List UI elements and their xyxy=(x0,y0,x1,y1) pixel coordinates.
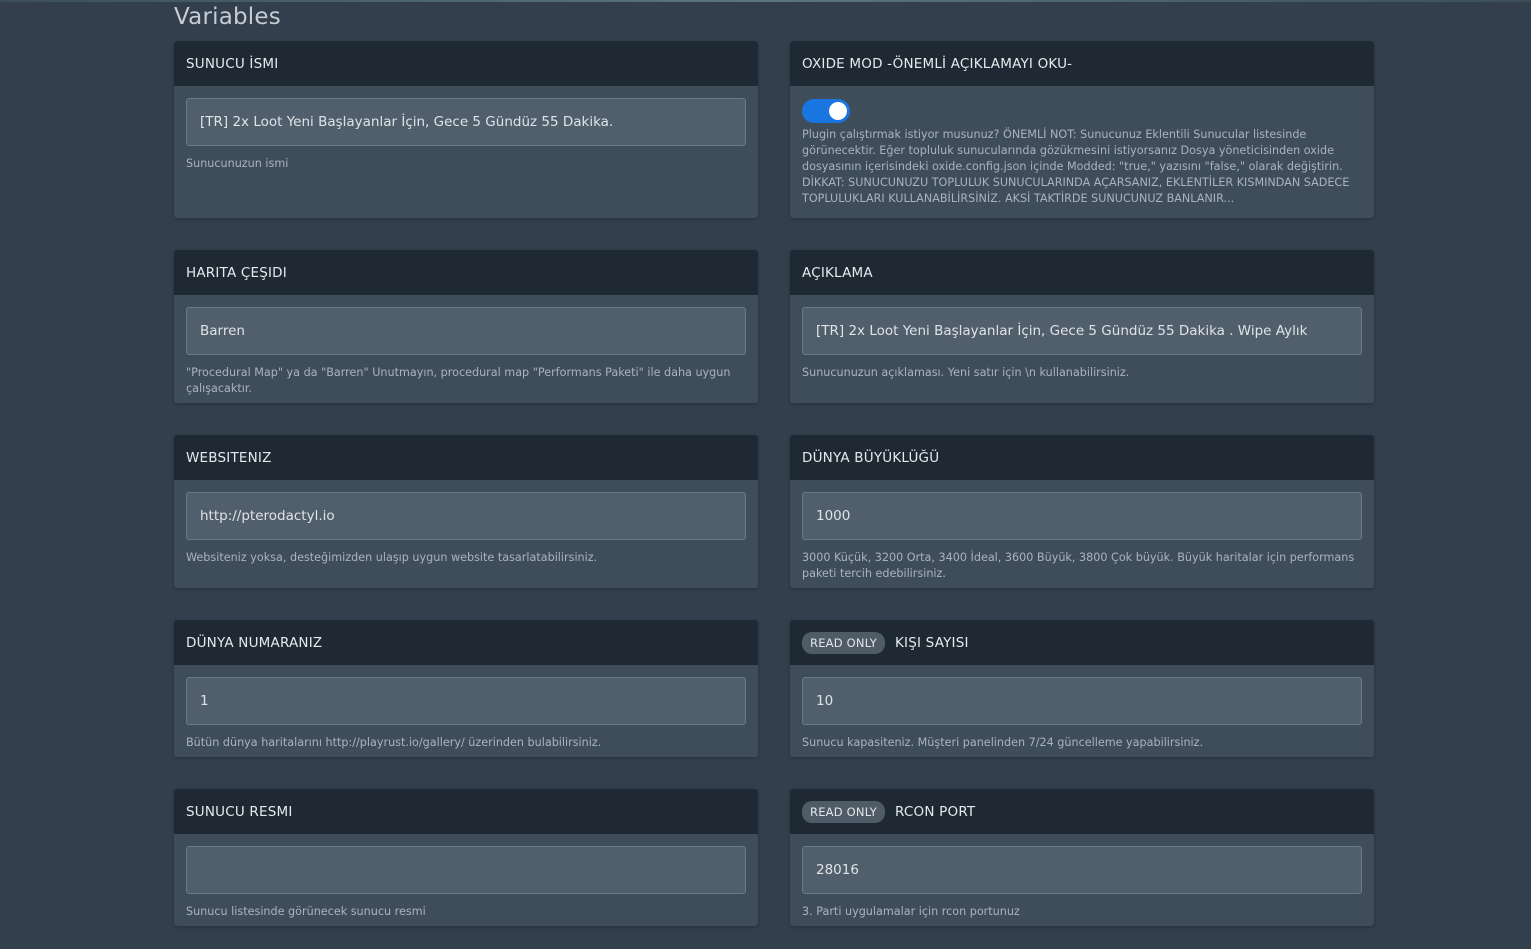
field-description: Websiteniz yoksa, desteğimizden ulaşıp u… xyxy=(186,551,598,564)
card-title: KIŞI SAYISI xyxy=(895,634,969,651)
map-type-input[interactable]: Barren xyxy=(186,307,746,355)
card-header: SUNUCU RESMI xyxy=(174,789,758,834)
card-harita-cesidi: HARITA ÇEŞIDI Barren "Procedural Map" ya… xyxy=(174,250,758,403)
server-image-input[interactable] xyxy=(186,846,746,894)
card-sunucu-resmi: SUNUCU RESMI Sunucu listesinde görünecek… xyxy=(174,789,758,926)
card-dunya-buyuklugu: DÜNYA BÜYÜKLÜĞÜ 1000 3000 Küçük, 3200 Or… xyxy=(790,435,1374,588)
read-only-badge: READ ONLY xyxy=(802,631,885,654)
card-header: READ ONLY KIŞI SAYISI xyxy=(790,620,1374,665)
field-description: Sunucunuzun açıklaması. Yeni satır için … xyxy=(802,366,1130,379)
card-dunya-numaraniz: DÜNYA NUMARANIZ 1 Bütün dünya haritaları… xyxy=(174,620,758,757)
top-accent-line xyxy=(0,0,1531,2)
card-kisi-sayisi: READ ONLY KIŞI SAYISI 10 Sunucu kapasite… xyxy=(790,620,1374,757)
description-input[interactable]: [TR] 2x Loot Yeni Başlayanlar İçin, Gece… xyxy=(802,307,1362,355)
field-description: "Procedural Map" ya da "Barren" Unutmayı… xyxy=(186,366,731,395)
world-size-input[interactable]: 1000 xyxy=(802,492,1362,540)
card-header: READ ONLY RCON PORT xyxy=(790,789,1374,834)
card-title: HARITA ÇEŞIDI xyxy=(186,264,287,281)
server-name-input[interactable]: [TR] 2x Loot Yeni Başlayanlar İçin, Gece… xyxy=(186,98,746,146)
card-title: SUNUCU RESMI xyxy=(186,803,293,820)
card-title: DÜNYA BÜYÜKLÜĞÜ xyxy=(802,449,940,466)
card-header: SUNUCU İSMI xyxy=(174,41,758,86)
card-header: WEBSITENIZ xyxy=(174,435,758,480)
rcon-port-input[interactable]: 28016 xyxy=(802,846,1362,894)
field-description: Bütün dünya haritalarını http://playrust… xyxy=(186,736,602,749)
field-description: Sunucu kapasiteniz. Müşteri panelinden 7… xyxy=(802,736,1204,749)
card-websiteniz: WEBSITENIZ http://pterodactyl.io Website… xyxy=(174,435,758,588)
max-players-input[interactable]: 10 xyxy=(802,677,1362,725)
field-description: Plugin çalıştırmak istiyor musunuz? ÖNEM… xyxy=(802,128,1350,205)
card-header: OXIDE MOD -ÖNEMLİ AÇIKLAMAYI OKU- xyxy=(790,41,1374,86)
card-oxide-mod: OXIDE MOD -ÖNEMLİ AÇIKLAMAYI OKU- Plugin… xyxy=(790,41,1374,218)
read-only-badge: READ ONLY xyxy=(802,800,885,823)
field-description: 3. Parti uygulamalar için rcon portunuz xyxy=(802,905,1020,918)
card-title: SUNUCU İSMI xyxy=(186,55,279,72)
website-input[interactable]: http://pterodactyl.io xyxy=(186,492,746,540)
field-description: Sunucunuzun ismi xyxy=(186,157,289,170)
field-description: 3000 Küçük, 3200 Orta, 3400 İdeal, 3600 … xyxy=(802,551,1355,580)
world-seed-input[interactable]: 1 xyxy=(186,677,746,725)
card-header: DÜNYA NUMARANIZ xyxy=(174,620,758,665)
card-aciklama: AÇIKLAMA [TR] 2x Loot Yeni Başlayanlar İ… xyxy=(790,250,1374,403)
card-header: AÇIKLAMA xyxy=(790,250,1374,295)
card-header: HARITA ÇEŞIDI xyxy=(174,250,758,295)
card-rcon-port: READ ONLY RCON PORT 28016 3. Parti uygul… xyxy=(790,789,1374,926)
card-header: DÜNYA BÜYÜKLÜĞÜ xyxy=(790,435,1374,480)
card-body: Plugin çalıştırmak istiyor musunuz? ÖNEM… xyxy=(790,86,1374,218)
card-title: DÜNYA NUMARANIZ xyxy=(186,634,323,651)
page-title: Variables xyxy=(174,4,281,30)
card-title: WEBSITENIZ xyxy=(186,449,272,466)
field-description: Sunucu listesinde görünecek sunucu resmi xyxy=(186,905,426,918)
card-title: OXIDE MOD -ÖNEMLİ AÇIKLAMAYI OKU- xyxy=(802,55,1073,72)
card-title: RCON PORT xyxy=(895,803,976,820)
card-title: AÇIKLAMA xyxy=(802,264,873,281)
oxide-mod-toggle[interactable] xyxy=(802,99,850,123)
toggle-knob xyxy=(829,102,847,120)
card-sunucu-ismi: SUNUCU İSMI [TR] 2x Loot Yeni Başlayanla… xyxy=(174,41,758,218)
